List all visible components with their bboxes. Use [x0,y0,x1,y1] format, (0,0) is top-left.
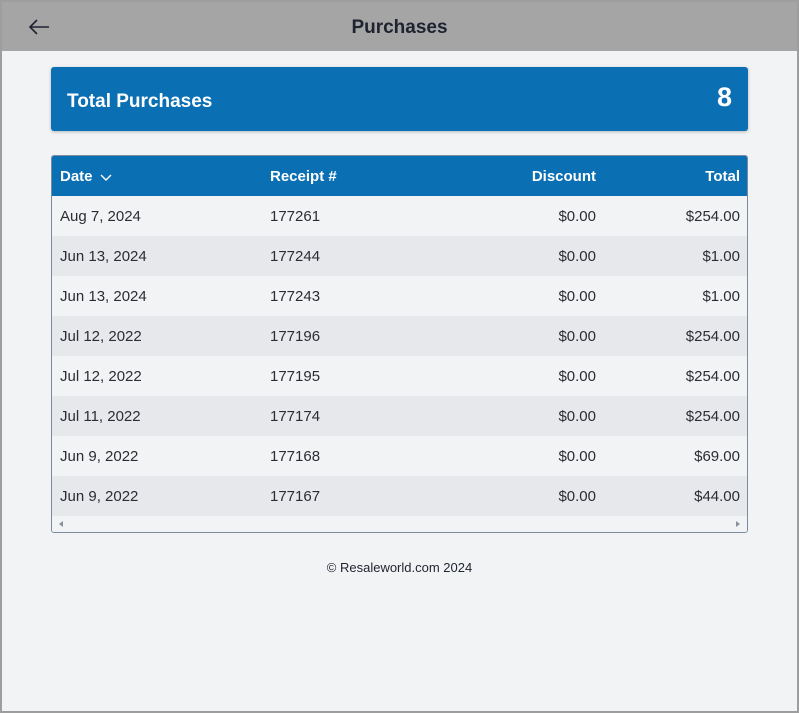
scroll-left-icon[interactable] [57,520,65,528]
date-cell: Jun 13, 2024 [60,248,147,265]
purchases-table: Date Receipt # Discount Total Aug 7, 202… [51,155,748,533]
total-column-header[interactable]: Total [705,168,740,185]
date-cell: Aug 7, 2024 [60,208,141,225]
table-row[interactable]: Aug 7, 2024 177261 $0.00 $254.00 [52,196,747,236]
discount-column-header[interactable]: Discount [532,168,596,185]
total-cell: $69.00 [694,448,740,465]
receipt-cell: 177174 [270,408,321,425]
date-cell: Jul 12, 2022 [60,328,142,345]
table-row[interactable]: Jun 9, 2022 177168 $0.00 $69.00 [52,436,747,476]
table-row[interactable]: Jul 12, 2022 177195 $0.00 $254.00 [52,356,747,396]
total-cell: $254.00 [685,408,740,425]
total-cell: $44.00 [694,488,740,505]
table-header: Date Receipt # Discount Total [52,156,747,196]
total-cell: $254.00 [685,208,740,225]
table-row[interactable]: Jul 11, 2022 177174 $0.00 $254.00 [52,396,747,436]
chevron-down-icon [100,174,112,181]
date-cell: Jul 11, 2022 [60,408,141,425]
date-cell: Jul 12, 2022 [60,368,142,385]
discount-cell: $0.00 [558,488,596,505]
receipt-cell: 177167 [270,488,321,505]
receipt-cell: 177195 [270,368,321,385]
table-body: Aug 7, 2024 177261 $0.00 $254.00 Jun 13,… [52,196,747,516]
table-row[interactable]: Jun 13, 2024 177244 $0.00 $1.00 [52,236,747,276]
table-row[interactable]: Jun 13, 2024 177243 $0.00 $1.00 [52,276,747,316]
date-cell: Jun 9, 2022 [60,488,139,505]
date-cell: Jun 13, 2024 [60,288,147,305]
table-row[interactable]: Jun 9, 2022 177167 $0.00 $44.00 [52,476,747,516]
table-row[interactable]: Jul 12, 2022 177196 $0.00 $254.00 [52,316,747,356]
horizontal-scrollbar[interactable] [52,516,747,532]
app-window: Purchases Total Purchases 8 Date Receipt… [2,2,797,711]
total-cell: $1.00 [702,248,740,265]
receipt-cell: 177196 [270,328,321,345]
discount-cell: $0.00 [558,208,596,225]
total-cell: $254.00 [685,328,740,345]
total-purchases-card: Total Purchases 8 [51,67,748,131]
receipt-cell: 177244 [270,248,321,265]
date-column-label: Date [60,168,93,185]
total-purchases-count: 8 [716,82,732,112]
receipt-cell: 177261 [270,208,321,225]
discount-cell: $0.00 [558,448,596,465]
date-cell: Jun 9, 2022 [60,448,139,465]
copyright-footer: © Resaleworld.com 2024 [326,560,473,575]
total-purchases-label: Total Purchases [67,91,213,112]
discount-cell: $0.00 [558,328,596,345]
discount-cell: $0.00 [558,368,596,385]
top-bar: Purchases [2,2,797,51]
discount-cell: $0.00 [558,248,596,265]
total-cell: $1.00 [702,288,740,305]
total-cell: $254.00 [685,368,740,385]
date-column-header[interactable]: Date [60,168,113,185]
receipt-cell: 177243 [270,288,321,305]
discount-cell: $0.00 [558,408,596,425]
page-title: Purchases [351,17,448,38]
discount-cell: $0.00 [558,288,596,305]
scroll-right-icon[interactable] [734,520,742,528]
receipt-column-header[interactable]: Receipt # [270,168,337,185]
receipt-cell: 177168 [270,448,321,465]
